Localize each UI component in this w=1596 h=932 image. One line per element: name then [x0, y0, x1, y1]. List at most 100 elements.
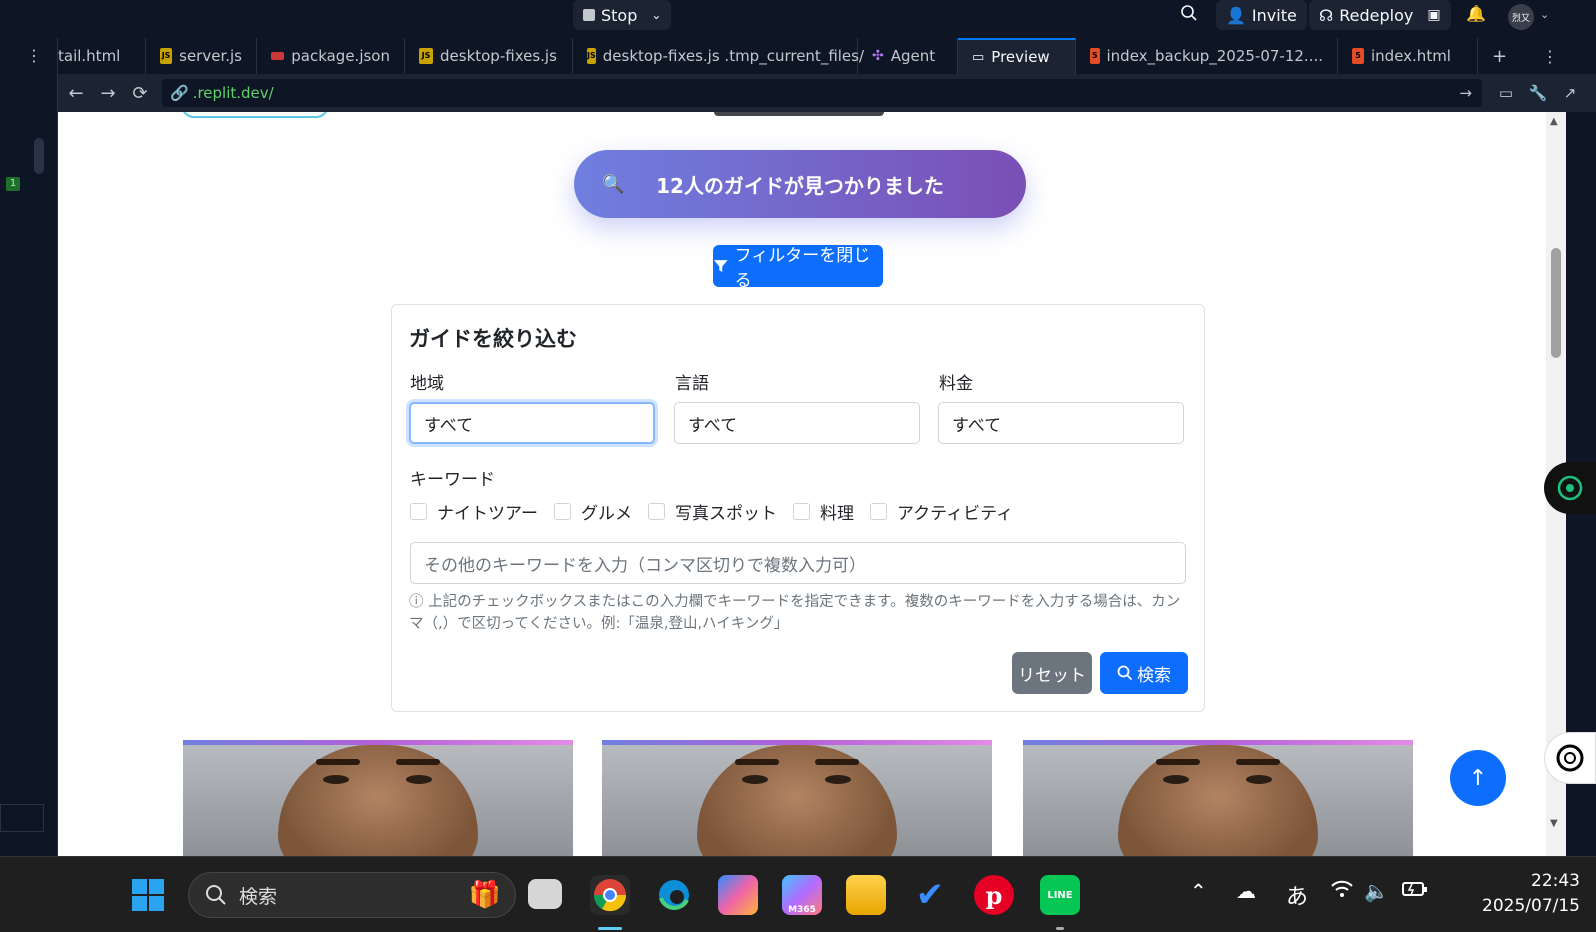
checkbox[interactable] — [553, 503, 571, 520]
tab-index-backup[interactable]: 5 index_backup_2025-07-12.... — [1076, 38, 1338, 74]
todo-icon[interactable]: ✔ — [910, 875, 950, 915]
region-label: 地域 — [410, 374, 444, 394]
keyword-checkbox-night-tour[interactable]: ナイトツアー — [410, 499, 538, 524]
filter-title: ガイドを絞り込む — [409, 327, 577, 351]
forward-arrow-icon[interactable]: → — [92, 83, 124, 104]
tab-index-html[interactable]: 5 index.html — [1338, 38, 1478, 74]
taskbar-search[interactable]: 検索 🎁 — [188, 872, 516, 918]
checkbox[interactable] — [792, 503, 810, 520]
m365-icon[interactable]: M365 — [782, 875, 822, 915]
search-icon[interactable] — [1180, 4, 1198, 27]
tab-desktop-fixes-tmp[interactable]: JS desktop-fixes.js .tmp_current_files/ — [573, 38, 864, 74]
scroll-down-icon[interactable]: ▼ — [1550, 818, 1558, 829]
clock-date: 2025/07/15 — [1482, 896, 1580, 916]
invite-button[interactable]: 👤 Invite — [1216, 0, 1307, 30]
tab-label: server.js — [179, 47, 242, 65]
checkbox-label: ナイトツアー — [437, 504, 538, 524]
scrollbar-thumb[interactable] — [34, 138, 44, 174]
line-icon[interactable]: LINE — [1040, 875, 1080, 915]
volume-icon[interactable]: 🔈 — [1364, 879, 1389, 903]
onedrive-icon[interactable]: ☁ — [1236, 879, 1256, 903]
go-arrow-icon[interactable]: → — [1459, 84, 1472, 102]
language-label: 言語 — [675, 374, 709, 394]
plus-icon: + — [1492, 45, 1508, 67]
chatgpt-icon — [1557, 475, 1583, 501]
language-select[interactable]: すべて — [674, 402, 920, 444]
stop-button[interactable]: Stop ⌄ — [573, 0, 672, 30]
guide-card[interactable] — [183, 740, 573, 856]
tab-package-json[interactable]: package.json — [257, 38, 405, 74]
tab-server-js[interactable]: JS server.js — [146, 38, 257, 74]
tab-preview[interactable]: ▭ Preview — [958, 38, 1076, 74]
keyword-checkbox-cooking[interactable]: 料理 — [792, 499, 854, 524]
price-label: 料金 — [939, 374, 973, 394]
ime-indicator[interactable]: あ — [1286, 879, 1308, 911]
window-icon[interactable]: ▣ — [1427, 7, 1440, 23]
open-new-window-icon[interactable]: ↗ — [1554, 84, 1586, 102]
keyword-input[interactable]: その他のキーワードを入力（コンマ区切りで複数入力可） — [410, 542, 1186, 584]
eye — [1163, 775, 1189, 784]
tab-agent[interactable]: ✣ Agent — [858, 38, 958, 74]
reset-label: リセット — [1018, 665, 1086, 686]
checkbox[interactable] — [410, 503, 427, 520]
region-select[interactable]: すべて — [409, 402, 655, 444]
checkbox[interactable] — [869, 503, 887, 520]
task-view-icon[interactable] — [528, 879, 562, 909]
scrollbar-thumb[interactable] — [1551, 248, 1561, 358]
more-options-icon[interactable]: ⋮ — [26, 46, 42, 65]
guide-card[interactable] — [1023, 740, 1413, 856]
windows-start-icon[interactable] — [128, 875, 168, 915]
file-explorer-icon[interactable] — [846, 875, 886, 915]
devtools-wrench-icon[interactable]: 🔧 — [1522, 84, 1554, 102]
price-select[interactable]: すべて — [938, 402, 1184, 444]
scroll-up-icon[interactable]: ▲ — [1550, 116, 1558, 127]
avatar-chevron-icon[interactable]: ⌄ — [1540, 8, 1549, 21]
tray-chevron-up-icon[interactable]: ⌃ — [1190, 879, 1207, 903]
reload-icon[interactable]: ⟳ — [124, 83, 156, 104]
outline-pill-button[interactable] — [181, 112, 329, 118]
preview-url-bar: ← → ⟳ 🔗 .replit.dev/ → ▭ 🔧 ↗ — [58, 74, 1596, 112]
filter-toggle-button[interactable]: フィルターを閉じる — [713, 245, 883, 291]
brow — [815, 759, 859, 765]
checkbox[interactable] — [647, 503, 665, 520]
tab-label: Agent — [890, 47, 936, 65]
region-value: すべて — [424, 415, 474, 436]
wifi-icon[interactable] — [1330, 879, 1354, 904]
copilot-icon[interactable] — [718, 875, 758, 915]
redeploy-button[interactable]: ☊ Redeploy ▣ — [1309, 0, 1451, 30]
pinterest-icon[interactable]: p — [974, 875, 1014, 915]
avatar[interactable]: 烈又 — [1508, 4, 1534, 30]
battery-icon[interactable] — [1402, 879, 1428, 903]
guide-card[interactable] — [602, 740, 992, 856]
new-tab-button[interactable]: + — [1478, 38, 1528, 74]
tab-label: index.html — [1371, 47, 1451, 65]
tab-tail-html[interactable]: tail.html — [58, 38, 146, 74]
taskbar-clock[interactable]: 22:43 2025/07/15 — [1468, 869, 1580, 919]
js-file-icon: JS — [160, 48, 173, 64]
search-button[interactable]: 検索 — [1100, 652, 1188, 694]
chatgpt-side-button[interactable] — [1544, 462, 1596, 514]
tab-menu-button[interactable]: ⋮ — [1528, 38, 1568, 74]
brow — [1156, 759, 1200, 765]
keyword-checkbox-activity[interactable]: アクティビティ — [869, 499, 1013, 524]
filter-card: ガイドを絞り込む 地域 すべて 言語 すべて 料金 すべて キーワード ナイトツ… — [391, 304, 1205, 712]
url-field[interactable]: 🔗 .replit.dev/ → — [162, 79, 1482, 107]
chrome-icon[interactable] — [590, 875, 630, 915]
assistant-side-button[interactable] — [1544, 732, 1596, 784]
keyword-checkbox-photo-spot[interactable]: 写真スポット — [647, 499, 777, 524]
tab-label: index_backup_2025-07-12.... — [1106, 47, 1324, 65]
redeploy-label: Redeploy — [1339, 5, 1414, 25]
device-icon[interactable]: ▭ — [1490, 84, 1522, 102]
back-arrow-icon[interactable]: ← — [60, 83, 92, 104]
keyword-checkbox-gourmet[interactable]: グルメ — [553, 499, 632, 524]
reset-button[interactable]: リセット — [1012, 652, 1092, 694]
bell-icon[interactable]: 🔔 — [1466, 4, 1486, 23]
tab-desktop-fixes-js[interactable]: JS desktop-fixes.js — [405, 38, 573, 74]
chevron-down-icon[interactable]: ⌄ — [651, 8, 661, 22]
checkbox-label: 写真スポット — [674, 504, 777, 524]
edge-icon[interactable] — [654, 875, 694, 915]
brow — [316, 759, 360, 765]
search-label: 検索 — [1137, 665, 1171, 686]
back-to-top-button[interactable]: ↑ — [1450, 750, 1506, 806]
help-text: 上記のチェックボックスまたはこの入力欄でキーワードを指定できます。複数のキーワー… — [409, 594, 1181, 632]
